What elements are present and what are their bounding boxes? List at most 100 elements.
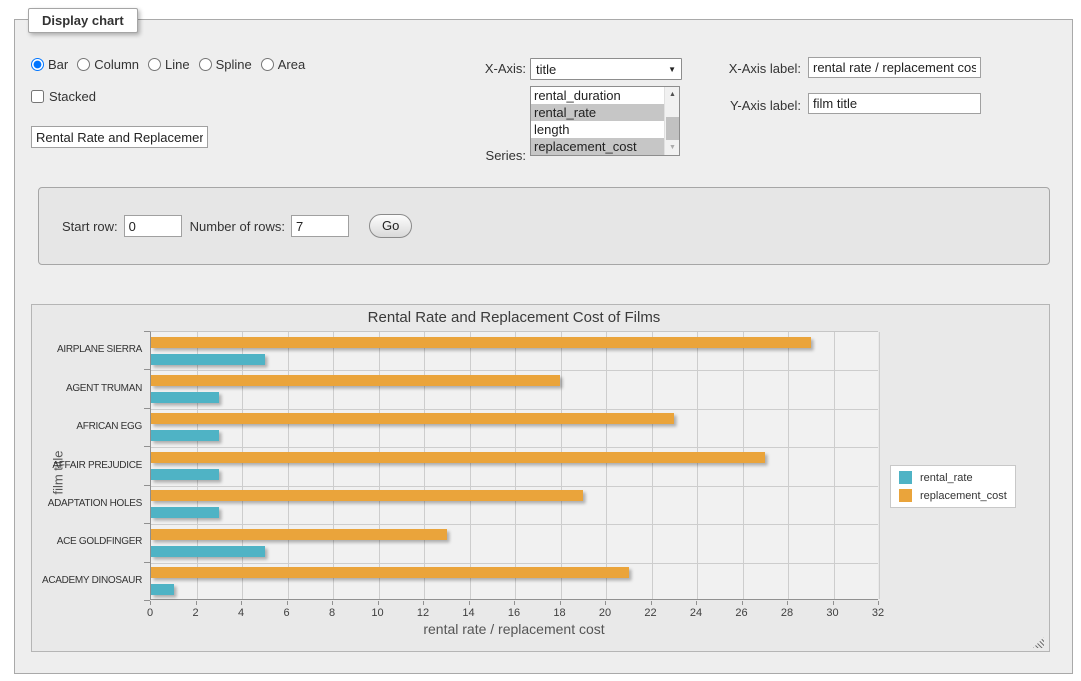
x-axis-tick [696, 601, 697, 605]
series-option-replacement_cost[interactable]: replacement_cost [531, 138, 664, 155]
bar-rental_rate [151, 354, 265, 365]
gridline-x [333, 332, 334, 599]
resize-handle-icon[interactable] [1033, 637, 1044, 648]
x-axis-tick [287, 601, 288, 605]
category-label: ACE GOLDFINGER [40, 536, 142, 547]
bar-replacement_cost [151, 337, 811, 348]
scroll-down-icon[interactable]: ▼ [665, 140, 680, 155]
x-axis-tick [150, 601, 151, 605]
y-axis-label-label: Y-Axis label: [715, 98, 801, 113]
x-axis-tick [787, 601, 788, 605]
series-option-rental_duration[interactable]: rental_duration [531, 87, 664, 104]
category-label: AIRPLANE SIERRA [40, 344, 142, 355]
y-axis-tick [144, 446, 150, 447]
y-axis-tick [144, 408, 150, 409]
chart-type-column[interactable]: Column [77, 57, 139, 72]
gridline-y [151, 447, 878, 448]
chart-legend: rental_rate replacement_cost [890, 465, 1016, 508]
y-axis-tick [144, 600, 150, 601]
x-axis-tick-label: 26 [735, 607, 747, 619]
y-axis-title: film title [51, 450, 66, 494]
scroll-up-icon[interactable]: ▲ [665, 87, 680, 102]
gridline-x [834, 332, 835, 599]
start-row-input[interactable] [124, 215, 182, 237]
chart-type-label: Column [94, 57, 139, 72]
chart-type-label: Area [278, 57, 305, 72]
series-option-length[interactable]: length [531, 121, 664, 138]
stacked-checkbox-row[interactable]: Stacked [31, 89, 96, 104]
x-axis-tick-label: 22 [644, 607, 656, 619]
gridline-y [151, 370, 878, 371]
gridline-x [652, 332, 653, 599]
gridline-x [879, 332, 880, 599]
go-button[interactable]: Go [369, 214, 412, 238]
chart-type-label: Bar [48, 57, 68, 72]
stacked-label: Stacked [49, 89, 96, 104]
chart-type-label: Line [165, 57, 190, 72]
bar-replacement_cost [151, 375, 560, 386]
x-axis-label-input[interactable] [808, 57, 981, 78]
row-range-panel: Start row: Number of rows: Go [38, 187, 1050, 265]
gridline-y [151, 486, 878, 487]
x-axis-select-label: X-Axis: [451, 61, 526, 76]
legend-item-replacement_cost: replacement_cost [899, 489, 1007, 502]
chart-type-radio-line[interactable] [148, 58, 161, 71]
stacked-checkbox[interactable] [31, 90, 44, 103]
x-axis-tick-label: 6 [283, 607, 289, 619]
x-axis-tick-label: 12 [417, 607, 429, 619]
scrollbar-thumb[interactable] [666, 117, 679, 142]
x-axis-tick [469, 601, 470, 605]
x-axis-tick [378, 601, 379, 605]
y-axis-label-input[interactable] [808, 93, 981, 114]
y-axis-tick [144, 562, 150, 563]
y-axis-tick [144, 485, 150, 486]
legend-item-rental_rate: rental_rate [899, 471, 1007, 484]
x-axis-tick [605, 601, 606, 605]
category-label: ADAPTATION HOLES [40, 498, 142, 509]
y-axis-tick [144, 369, 150, 370]
x-axis-tick-label: 30 [826, 607, 838, 619]
chart-type-spline[interactable]: Spline [199, 57, 252, 72]
x-axis-select-value: title [536, 62, 668, 77]
y-axis-tick [144, 331, 150, 332]
series-listbox[interactable]: rental_durationrental_ratelengthreplacem… [530, 86, 680, 156]
x-axis-tick [742, 601, 743, 605]
chart-type-area[interactable]: Area [261, 57, 305, 72]
x-axis-tick [833, 601, 834, 605]
x-axis-tick-label: 16 [508, 607, 520, 619]
x-axis-title: rental rate / replacement cost [423, 621, 604, 637]
gridline-x [424, 332, 425, 599]
bar-replacement_cost [151, 529, 447, 540]
series-option-rental_rate[interactable]: rental_rate [531, 104, 664, 121]
chart-title-input[interactable] [31, 126, 208, 148]
chart-type-bar[interactable]: Bar [31, 57, 68, 72]
plot-area [150, 331, 878, 600]
x-axis-tick [878, 601, 879, 605]
chevron-down-icon: ▼ [668, 65, 676, 74]
gridline-x [470, 332, 471, 599]
x-axis-label-label: X-Axis label: [715, 61, 801, 76]
series-scrollbar[interactable]: ▲ ▼ [664, 87, 679, 155]
chart-type-radio-area[interactable] [261, 58, 274, 71]
chart-type-radio-bar[interactable] [31, 58, 44, 71]
gridline-x [288, 332, 289, 599]
number-of-rows-input[interactable] [291, 215, 349, 237]
category-label: ACADEMY DINOSAUR [40, 575, 142, 586]
chart-type-radio-column[interactable] [77, 58, 90, 71]
legend-label: rental_rate [920, 472, 973, 484]
x-axis-tick-label: 24 [690, 607, 702, 619]
gridline-x [379, 332, 380, 599]
chart-type-radiogroup: Bar Column Line Spline Area [31, 57, 305, 72]
display-chart-fieldset: BarColumnLineSplineArea Stacked X-Axis: … [14, 19, 1073, 674]
x-axis-select[interactable]: title ▼ [530, 58, 682, 80]
x-axis-tick [332, 601, 333, 605]
x-axis-tick-label: 8 [329, 607, 335, 619]
gridline-x [743, 332, 744, 599]
chart-type-radio-spline[interactable] [199, 58, 212, 71]
chart-type-line[interactable]: Line [148, 57, 190, 72]
gridline-x [242, 332, 243, 599]
chart-title: Rental Rate and Replacement Cost of Film… [368, 309, 661, 326]
number-of-rows-label: Number of rows: [190, 219, 285, 234]
bar-rental_rate [151, 469, 219, 480]
x-axis-tick-label: 20 [599, 607, 611, 619]
